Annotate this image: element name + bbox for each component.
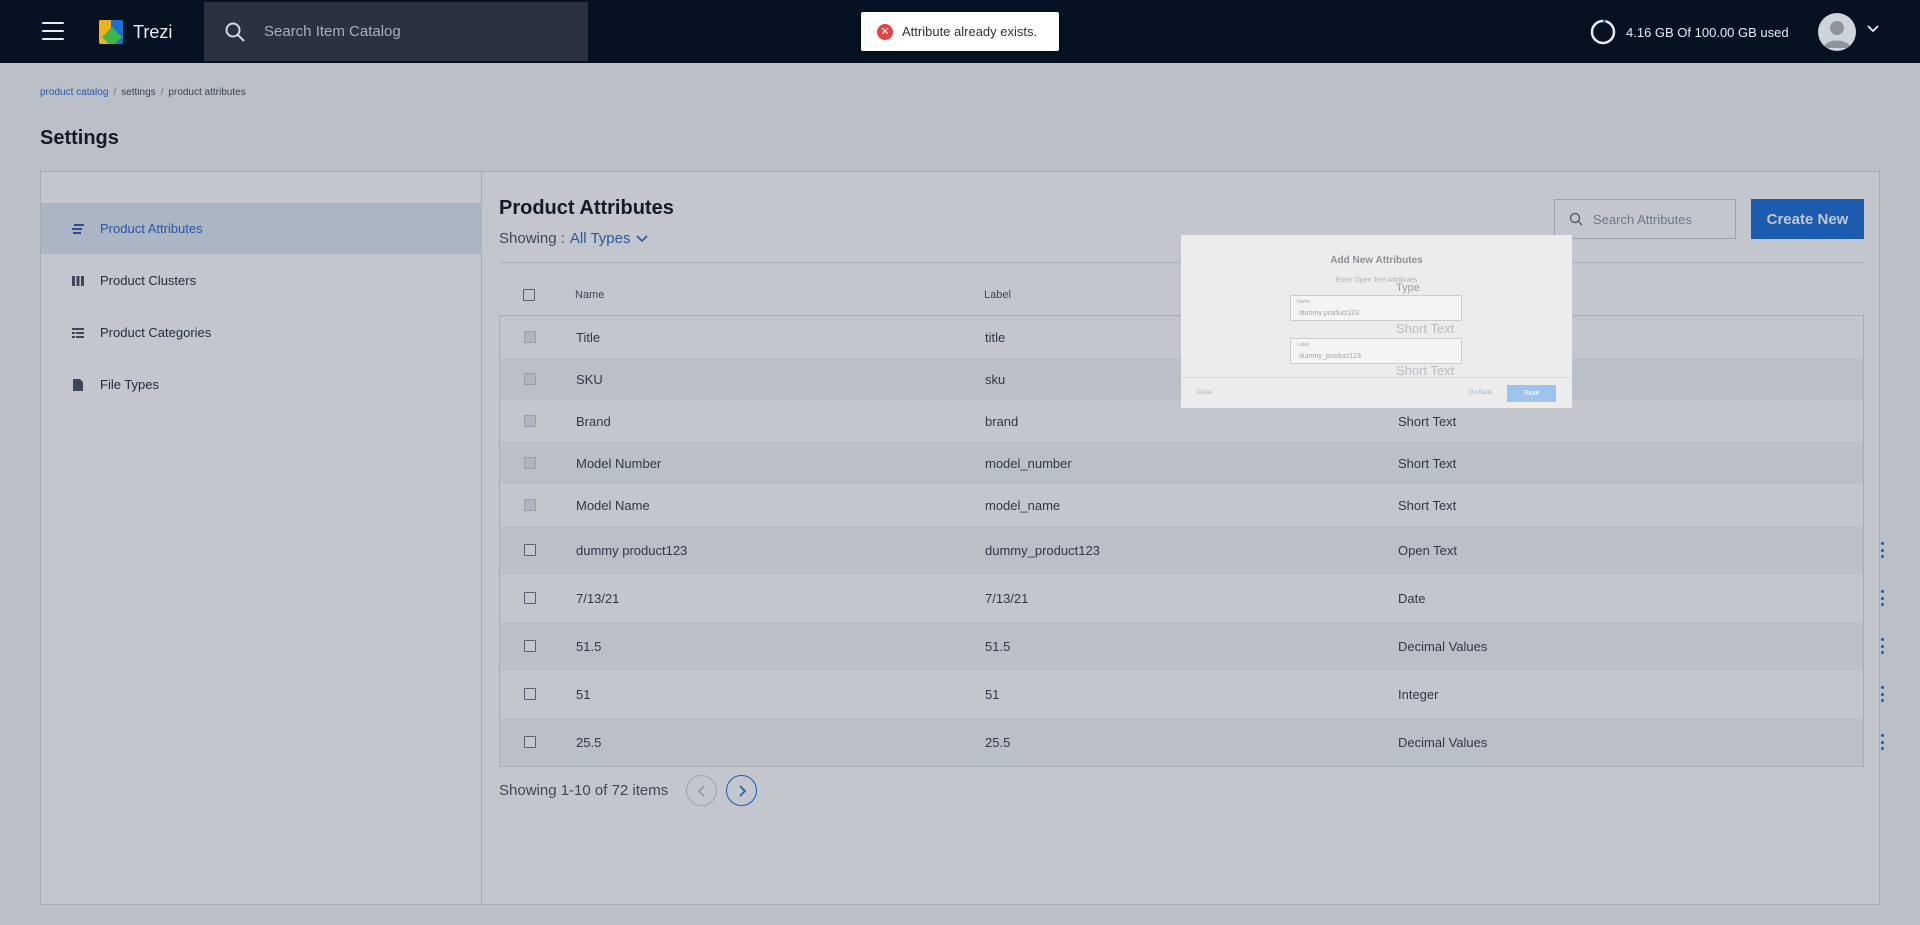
avatar[interactable] xyxy=(1818,13,1856,51)
brand-name: Trezi xyxy=(133,21,173,42)
modal-backdrop[interactable] xyxy=(0,63,1920,925)
save-button[interactable]: Save xyxy=(1507,385,1556,402)
menu-icon[interactable] xyxy=(42,22,64,40)
toast-message: Attribute already exists. xyxy=(902,24,1038,39)
global-search-input[interactable] xyxy=(264,23,564,40)
brand[interactable]: Trezi xyxy=(99,20,172,44)
label-field-value: dummy_product123 xyxy=(1299,353,1361,360)
search-icon xyxy=(224,21,246,43)
label-field-label: Label xyxy=(1297,342,1310,348)
error-icon: ✕ xyxy=(877,23,893,40)
modal-subtitle: Enter Open Text Attributes xyxy=(1335,277,1418,284)
error-toast: ✕ Attribute already exists. xyxy=(861,12,1059,51)
name-field-value: dummy product123 xyxy=(1299,310,1359,317)
name-field[interactable]: Name dummy product123 xyxy=(1290,295,1462,321)
label-field[interactable]: Label dummy_product123 xyxy=(1290,338,1462,364)
type-ghost: Short Text xyxy=(1396,321,1455,336)
user-icon xyxy=(1823,21,1851,48)
modal-title: Add New Attributes xyxy=(1330,255,1423,266)
name-field-label: Name xyxy=(1297,299,1311,305)
type-column-ghost: Type xyxy=(1396,282,1420,294)
storage-indicator: 4.16 GB Of 100.00 GB used xyxy=(1590,19,1789,45)
chevron-down-icon[interactable] xyxy=(1866,24,1880,34)
trezi-logo xyxy=(99,20,123,44)
global-search[interactable] xyxy=(204,2,588,61)
go-back-button[interactable]: Go Back xyxy=(1469,390,1492,396)
type-ghost: Short Text xyxy=(1396,363,1455,378)
modal-footer-divider xyxy=(1181,377,1572,378)
storage-text: 4.16 GB Of 100.00 GB used xyxy=(1626,24,1789,40)
add-attribute-modal: Add New Attributes Enter Open Text Attri… xyxy=(1181,235,1572,408)
storage-ring-icon xyxy=(1590,19,1616,45)
close-button[interactable]: Close xyxy=(1197,390,1212,396)
